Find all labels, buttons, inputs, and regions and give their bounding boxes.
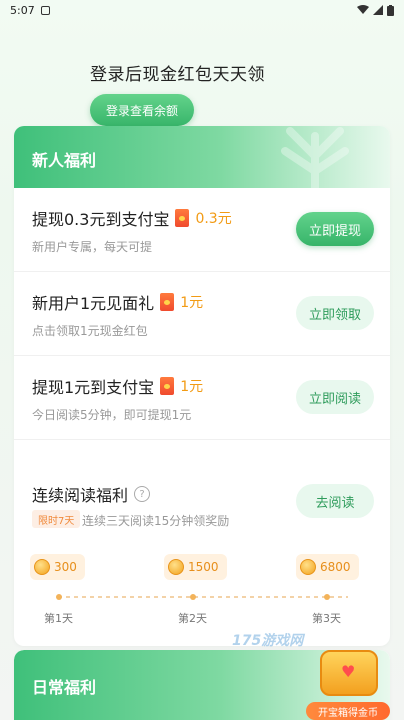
reward-chip: 300	[30, 554, 85, 580]
limited-time-badge: 限时7天	[32, 510, 81, 528]
task-row: 提现0.3元到支付宝 0.3元 新用户专属，每天可提 立即提现	[14, 188, 390, 272]
task-amount: 0.3元	[195, 211, 232, 227]
hero-title: 登录后现金红包天天领	[90, 65, 265, 85]
task-row: 新用户1元见面礼 1元 点击领取1元现金红包 立即领取	[14, 272, 390, 356]
login-view-balance-button[interactable]: 登录查看余额	[90, 94, 194, 126]
day-label: 第2天	[178, 612, 207, 625]
coin-icon	[34, 559, 50, 575]
treasure-label: 开宝箱得金币	[306, 702, 390, 720]
reward-coins: 300	[54, 560, 77, 574]
withdraw-now-button[interactable]: 立即提现	[296, 212, 374, 246]
task-name: 提现0.3元到支付宝	[32, 210, 170, 229]
day-label: 第1天	[44, 612, 73, 625]
progress-dot	[324, 594, 330, 600]
leaf-decoration-icon	[281, 127, 349, 188]
progress-line	[58, 596, 348, 598]
coin-icon	[300, 559, 316, 575]
task-row: 提现1元到支付宝 1元 今日阅读5分钟，即可提现1元 立即阅读	[14, 356, 390, 440]
new-user-card-header: 新人福利	[14, 126, 390, 188]
reward-chip: 1500	[164, 554, 227, 580]
read-now-button[interactable]: 立即阅读	[296, 380, 374, 414]
daily-title: 日常福利	[32, 678, 97, 697]
battery-icon	[387, 4, 394, 16]
help-icon[interactable]: ?	[134, 486, 151, 502]
new-user-title: 新人福利	[32, 151, 97, 170]
site-watermark: 175游戏网	[232, 633, 304, 649]
progress-dot	[190, 594, 196, 600]
red-packet-icon	[160, 293, 175, 311]
red-packet-icon	[160, 377, 175, 395]
task-desc: 今日阅读5分钟，即可提现1元	[32, 408, 192, 422]
reward-coins: 1500	[188, 560, 219, 574]
red-packet-icon	[175, 209, 190, 227]
continuous-reading-desc: 连续三天阅读15分钟领奖励	[82, 514, 230, 528]
go-read-button[interactable]: 去阅读	[296, 484, 374, 518]
claim-now-button[interactable]: 立即领取	[296, 296, 374, 330]
reward-chip: 6800	[296, 554, 359, 580]
treasure-chest-widget[interactable]: ♥ 开宝箱得金币	[306, 648, 390, 720]
task-desc: 新用户专属，每天可提	[32, 240, 153, 254]
task-name: 新用户1元见面礼	[32, 294, 155, 313]
task-amount: 1元	[180, 295, 204, 311]
task-desc: 点击领取1元现金红包	[32, 324, 148, 338]
task-amount: 1元	[180, 379, 204, 395]
heart-icon: ♥	[341, 662, 356, 681]
wifi-icon	[357, 5, 369, 14]
notification-icon	[40, 5, 50, 15]
status-bar: 5:07	[0, 0, 404, 20]
day-label: 第3天	[312, 612, 341, 625]
reward-coins: 6800	[320, 560, 351, 574]
new-user-card: 新人福利 提现0.3元到支付宝 0.3元 新用户专属，每天可提 立即提现 新用户…	[14, 126, 390, 646]
progress-dot	[56, 594, 62, 600]
task-name: 提现1元到支付宝	[32, 378, 155, 397]
status-time: 5:07	[10, 3, 35, 17]
coin-icon	[168, 559, 184, 575]
continuous-reading-title: 连续阅读福利	[32, 486, 129, 505]
signal-icon	[373, 5, 383, 15]
